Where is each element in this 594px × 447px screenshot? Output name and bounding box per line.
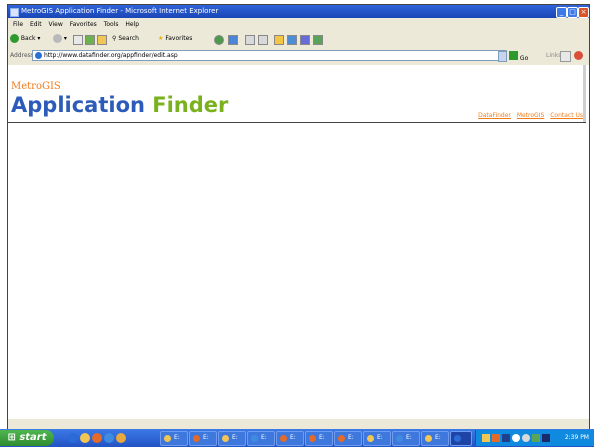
taskbar-button-1[interactable]: E: [160, 431, 188, 446]
menu-bar: File Edit View Favorites Tools Help [8, 19, 589, 30]
tray-icon-7[interactable] [542, 434, 550, 442]
taskbar-button-2[interactable]: E: [189, 431, 217, 446]
folder-icon[interactable] [274, 35, 284, 45]
browser-window: MetroGIS Application Finder - Microsoft … [7, 4, 590, 431]
folder-quicklaunch-icon[interactable] [80, 433, 90, 443]
page-content: MetroGIS Application Finder DataFinder M… [8, 65, 589, 419]
taskbar-button-5[interactable]: E: [276, 431, 304, 446]
taskbar-button-3[interactable]: E: [218, 431, 246, 446]
window-title: MetroGIS Application Finder - Microsoft … [21, 7, 219, 15]
refresh-icon[interactable] [85, 35, 95, 45]
favorites-button[interactable]: ★ Favorites [158, 33, 192, 45]
back-button[interactable]: Back ▾ [10, 33, 40, 45]
search-button[interactable]: ⚲ Search [112, 33, 139, 45]
header-nav: DataFinder MetroGIS Contact Us [474, 112, 583, 119]
address-dropdown[interactable] [498, 51, 507, 62]
firefox-icon [193, 435, 200, 442]
firefox-icon [338, 435, 345, 442]
print-icon[interactable] [258, 35, 268, 45]
history-icon[interactable] [228, 35, 238, 45]
vertical-scrollbar[interactable] [583, 65, 586, 122]
menu-view[interactable]: View [49, 19, 63, 30]
stop-icon[interactable] [73, 35, 83, 45]
back-arrow-icon [10, 34, 19, 43]
app-quicklaunch-icon[interactable] [116, 433, 126, 443]
taskbar-button-6[interactable]: E: [305, 431, 333, 446]
tray-icon-1[interactable] [482, 434, 490, 442]
close-button[interactable]: × [578, 7, 589, 18]
tray-icon-4[interactable] [512, 434, 520, 442]
ie-icon [10, 8, 19, 17]
windows-flag-icon: ⊞ [7, 432, 16, 443]
folder-icon [425, 435, 432, 442]
go-button[interactable]: Go [509, 51, 528, 62]
tray-icon-6[interactable] [532, 434, 540, 442]
media-icon[interactable] [214, 35, 224, 45]
tray-network-icon[interactable] [502, 434, 510, 442]
minimize-button[interactable]: _ [556, 7, 567, 18]
firefox-icon [280, 435, 287, 442]
taskbar: ⊞ start E: E: E: E: E: E: E: E: E: E: 2:… [0, 429, 594, 447]
start-button[interactable]: ⊞ start [0, 430, 54, 446]
nav-link-metrogis[interactable]: MetroGIS [517, 112, 544, 119]
brand-word-application: Application [11, 93, 145, 117]
discuss-icon[interactable] [300, 35, 310, 45]
edit-icon[interactable] [287, 35, 297, 45]
menu-favorites[interactable]: Favorites [70, 19, 97, 30]
clock: 2:39 PM [564, 434, 589, 441]
ie-quicklaunch-icon[interactable] [68, 433, 78, 443]
search-icon: ⚲ [112, 35, 117, 42]
firefox-quicklaunch-icon[interactable] [92, 433, 102, 443]
menu-help[interactable]: Help [125, 19, 139, 30]
site-header: MetroGIS Application Finder DataFinder M… [8, 65, 586, 123]
system-tray: 2:39 PM [475, 430, 594, 446]
word-icon [396, 435, 403, 442]
taskbar-button-4[interactable]: E: [247, 431, 275, 446]
folder-icon [164, 435, 171, 442]
taskbar-button-10[interactable]: E: [421, 431, 449, 446]
taskbar-button-7[interactable]: E: [334, 431, 362, 446]
word-quicklaunch-icon[interactable] [104, 433, 114, 443]
menu-tools[interactable]: Tools [104, 19, 119, 30]
menu-edit[interactable]: Edit [30, 19, 42, 30]
page-icon [35, 52, 42, 59]
nav-link-contact[interactable]: Contact Us [550, 112, 583, 119]
star-icon: ★ [158, 35, 164, 42]
home-icon[interactable] [97, 35, 107, 45]
address-label: Address [10, 52, 34, 59]
forward-button[interactable]: ▾ [53, 33, 67, 45]
taskbar-button-8[interactable]: E: [363, 431, 391, 446]
address-bar: Address http://www.datafinder.org/appfin… [8, 48, 589, 63]
brand-metrogis: MetroGIS [11, 81, 61, 92]
mail-icon[interactable] [245, 35, 255, 45]
forward-arrow-icon [53, 34, 62, 43]
nav-link-datafinder[interactable]: DataFinder [478, 112, 511, 119]
folder-icon [222, 435, 229, 442]
folder-icon [367, 435, 374, 442]
menu-file[interactable]: File [13, 19, 23, 30]
tray-icon-5[interactable] [522, 434, 530, 442]
brand-application-finder: Application Finder [11, 92, 228, 118]
tools-icon[interactable] [574, 51, 583, 60]
firefox-icon [309, 435, 316, 442]
ie-icon [454, 435, 461, 442]
taskbar-button-active[interactable] [450, 431, 472, 446]
toolbar: Back ▾ ▾ ⚲ Search ★ Favorites [8, 31, 589, 47]
word-icon [251, 435, 258, 442]
taskbar-button-9[interactable]: E: [392, 431, 420, 446]
maximize-button[interactable]: □ [567, 7, 578, 18]
brand-word-finder: Finder [152, 93, 229, 117]
go-arrow-icon [509, 51, 518, 60]
messenger-icon[interactable] [313, 35, 323, 45]
title-bar[interactable]: MetroGIS Application Finder - Microsoft … [8, 5, 589, 18]
links-more-icon[interactable] [560, 51, 571, 62]
address-input[interactable]: http://www.datafinder.org/appfinder/edit… [32, 50, 507, 61]
tray-icon-2[interactable] [492, 434, 500, 442]
